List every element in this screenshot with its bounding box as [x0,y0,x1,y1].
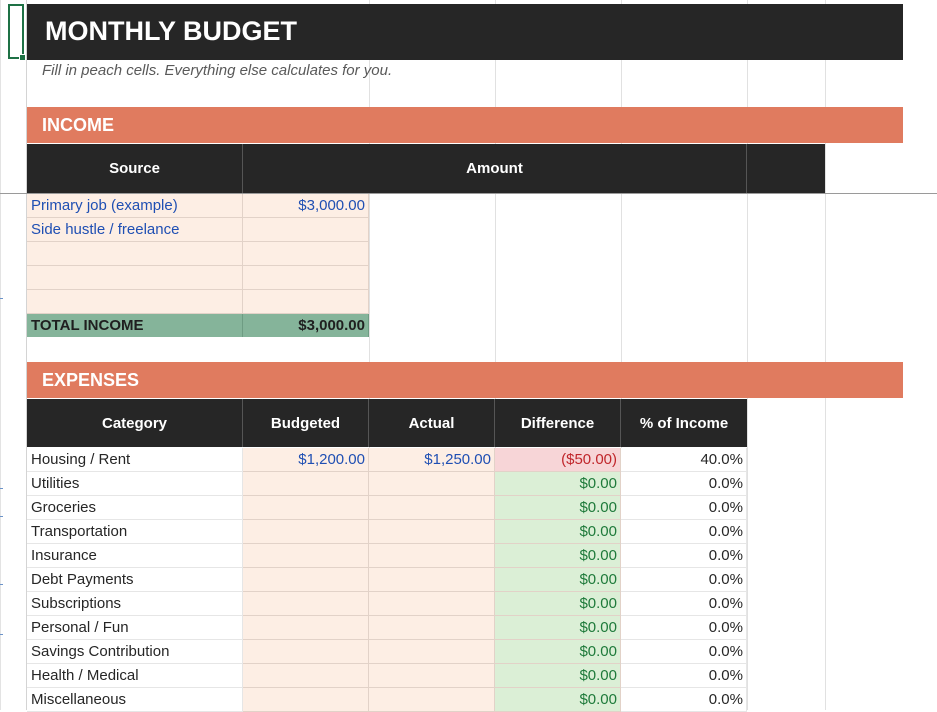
subtitle: Fill in peach cells. Everything else cal… [42,62,393,79]
expense-actual-cell[interactable]: $1,250.00 [369,448,495,472]
total-income-label: TOTAL INCOME [27,314,243,337]
expense-budgeted-cell[interactable] [243,568,369,592]
expense-category-cell[interactable]: Transportation [27,520,243,544]
expense-category-cell[interactable]: Savings Contribution [27,640,243,664]
income-amount-cell[interactable] [243,266,369,290]
active-cell-selection[interactable] [8,4,26,61]
expense-budgeted-cell[interactable] [243,640,369,664]
expense-actual-cell[interactable] [369,640,495,664]
expense-pct-income-cell[interactable]: 0.0% [621,640,747,664]
expenses-section-label: EXPENSES [42,370,140,390]
income-source-cell[interactable] [27,242,243,266]
expenses-header-difference[interactable]: Difference [495,399,621,447]
expense-pct-income-cell[interactable]: 0.0% [621,592,747,616]
expense-category-cell[interactable]: Housing / Rent [27,448,243,472]
expense-actual-cell[interactable] [369,664,495,688]
expense-pct-income-cell[interactable]: 0.0% [621,496,747,520]
expense-pct-income-cell[interactable]: 0.0% [621,472,747,496]
expense-pct-income-cell[interactable]: 0.0% [621,664,747,688]
expense-actual-cell[interactable] [369,616,495,640]
expense-budgeted-cell[interactable] [243,664,369,688]
expense-pct-income-cell[interactable]: 0.0% [621,568,747,592]
expense-category-cell[interactable]: Personal / Fun [27,616,243,640]
income-source-cell[interactable]: Side hustle / freelance [27,218,243,242]
expense-difference-cell[interactable]: $0.00 [495,544,621,568]
row-marker [0,516,3,517]
expense-budgeted-cell[interactable] [243,496,369,520]
income-source-cell[interactable] [27,290,243,314]
expense-difference-cell[interactable]: $0.00 [495,664,621,688]
expense-category-cell[interactable]: Insurance [27,544,243,568]
expense-difference-cell[interactable]: $0.00 [495,592,621,616]
expense-difference-cell[interactable]: $0.00 [495,688,621,712]
row-marker [0,584,3,585]
income-section-label: INCOME [42,115,114,135]
expense-category-cell[interactable]: Health / Medical [27,664,243,688]
expense-pct-income-cell[interactable]: 0.0% [621,688,747,712]
expense-budgeted-cell[interactable] [243,592,369,616]
expense-category-cell[interactable]: Miscellaneous [27,688,243,712]
expenses-header-category[interactable]: Category [27,399,243,447]
income-amount-cell[interactable]: $3,000.00 [243,194,369,218]
row-marker [0,634,3,635]
expense-actual-cell[interactable] [369,520,495,544]
title-banner: MONTHLY BUDGET [27,4,903,60]
expense-actual-cell[interactable] [369,496,495,520]
expense-actual-cell[interactable] [369,688,495,712]
expense-difference-cell[interactable]: $0.00 [495,520,621,544]
income-header-blank[interactable] [747,144,825,193]
expense-budgeted-cell[interactable]: $1,200.00 [243,448,369,472]
expense-difference-cell[interactable]: $0.00 [495,472,621,496]
expense-pct-income-cell[interactable]: 0.0% [621,520,747,544]
expense-actual-cell[interactable] [369,472,495,496]
page-title: MONTHLY BUDGET [45,16,298,46]
total-income-value[interactable]: $3,000.00 [243,314,369,337]
expense-difference-cell[interactable]: $0.00 [495,616,621,640]
expense-pct-income-cell[interactable]: 0.0% [621,544,747,568]
income-amount-cell[interactable] [243,290,369,314]
expense-actual-cell[interactable] [369,544,495,568]
expense-actual-cell[interactable] [369,568,495,592]
expense-category-cell[interactable]: Groceries [27,496,243,520]
expense-budgeted-cell[interactable] [243,688,369,712]
expense-category-cell[interactable]: Subscriptions [27,592,243,616]
expense-difference-cell[interactable]: $0.00 [495,640,621,664]
expenses-header-actual[interactable]: Actual [369,399,495,447]
expense-difference-cell[interactable]: $0.00 [495,496,621,520]
expense-pct-income-cell[interactable]: 0.0% [621,616,747,640]
income-source-cell[interactable] [27,266,243,290]
expense-difference-cell[interactable]: $0.00 [495,568,621,592]
income-amount-cell[interactable] [243,218,369,242]
expenses-header-pct-income[interactable]: % of Income [621,399,747,447]
income-amount-cell[interactable] [243,242,369,266]
expense-difference-cell[interactable]: ($50.00) [495,448,621,472]
expense-actual-cell[interactable] [369,592,495,616]
expense-budgeted-cell[interactable] [243,472,369,496]
expense-pct-income-cell[interactable]: 40.0% [621,448,747,472]
expense-budgeted-cell[interactable] [243,616,369,640]
row-marker [0,298,3,299]
expenses-header-budgeted[interactable]: Budgeted [243,399,369,447]
income-source-cell[interactable]: Primary job (example) [27,194,243,218]
expense-budgeted-cell[interactable] [243,544,369,568]
expense-category-cell[interactable]: Utilities [27,472,243,496]
income-header-amount[interactable]: Amount [243,144,747,193]
expense-budgeted-cell[interactable] [243,520,369,544]
expense-category-cell[interactable]: Debt Payments [27,568,243,592]
expenses-section-bar: EXPENSES [27,362,903,398]
income-header-source[interactable]: Source [27,144,243,193]
row-marker [0,488,3,489]
income-section-bar: INCOME [27,107,903,143]
